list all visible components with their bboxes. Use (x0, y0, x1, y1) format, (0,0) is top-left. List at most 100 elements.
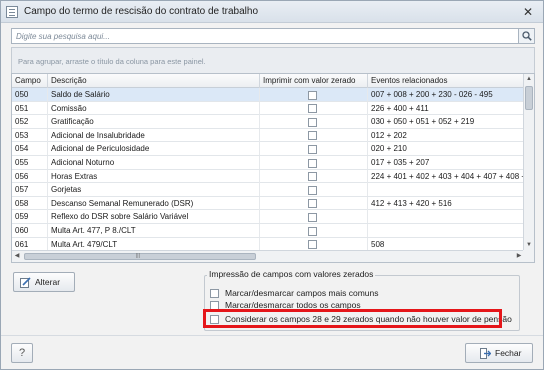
cell-imprimir (260, 224, 368, 237)
grid-header: Campo Descrição Imprimir com valor zerad… (12, 74, 524, 88)
group-panel-hint: Para agrupar, arraste o título da coluna… (18, 57, 206, 66)
imprimir-checkbox[interactable] (308, 172, 317, 182)
cell-campo: 050 (12, 88, 48, 101)
cell-descricao: Multa Art. 477, P 8./CLT (48, 224, 260, 237)
vertical-scrollbar[interactable]: ▲ ▼ (523, 74, 534, 250)
cell-campo: 056 (12, 169, 48, 183)
search-input[interactable] (12, 29, 518, 43)
cell-descricao: Gratificação (48, 115, 260, 129)
imprimir-checkbox[interactable] (308, 240, 317, 250)
table-row[interactable]: 050 Saldo de Salário 007 + 008 + 200 + 230… (12, 88, 524, 102)
form-icon (6, 5, 18, 18)
column-header-campo[interactable]: Campo (12, 74, 48, 88)
table-row[interactable]: 059 Reflexo do DSR sobre Salário Variável (12, 210, 524, 224)
cell-campo: 059 (12, 210, 48, 224)
table-row[interactable]: 061 Multa Art. 479/CLT 508 (12, 237, 524, 250)
scroll-corner (523, 250, 534, 262)
window-title: Campo do termo de rescisão do contrato d… (24, 6, 259, 17)
cell-descricao: Adicional de Periculosidade (48, 142, 260, 156)
scroll-left-arrow-icon[interactable]: ◀ (12, 251, 22, 262)
cell-descricao: Comissão (48, 101, 260, 115)
edit-icon (20, 276, 31, 288)
cell-descricao: Adicional de Insalubridade (48, 128, 260, 142)
cell-campo: 057 (12, 183, 48, 197)
alterar-label: Alterar (35, 277, 61, 287)
cell-descricao: Saldo de Salário (48, 88, 260, 101)
cell-campo: 061 (12, 237, 48, 250)
table-row[interactable]: 058 Descanso Semanal Remunerado (DSR) 412 … (12, 196, 524, 211)
cell-imprimir (260, 196, 368, 210)
imprimir-checkbox[interactable] (308, 144, 317, 154)
alterar-button[interactable]: Alterar (13, 272, 75, 292)
option-common-fields-label: Marcar/desmarcar campos mais comuns (225, 288, 379, 298)
cell-campo: 052 (12, 115, 48, 129)
title-bar[interactable]: Campo do termo de rescisão do contrato d… (1, 1, 543, 23)
cell-campo: 055 (12, 156, 48, 169)
table-row[interactable]: 057 Gorjetas (12, 183, 524, 197)
exit-icon (480, 347, 491, 359)
fechar-button[interactable]: Fechar (465, 343, 533, 363)
imprimir-checkbox[interactable] (308, 226, 317, 236)
imprimir-checkbox[interactable] (308, 158, 317, 168)
imprimir-checkbox[interactable] (308, 104, 317, 114)
table-row[interactable]: 060 Multa Art. 477, P 8./CLT (12, 224, 524, 238)
cell-imprimir (260, 169, 368, 183)
horizontal-scrollbar[interactable]: ◀ ||| ▶ (12, 250, 524, 262)
cell-eventos: 412 + 413 + 420 + 516 (368, 196, 524, 210)
scroll-up-arrow-icon[interactable]: ▲ (524, 74, 534, 84)
cell-eventos: 017 + 035 + 207 (368, 156, 524, 169)
cell-descricao: Gorjetas (48, 183, 260, 197)
imprimir-checkbox[interactable] (308, 90, 317, 100)
cell-descricao: Horas Extras (48, 169, 260, 183)
search-button[interactable] (518, 29, 534, 43)
table-row[interactable]: 052 Gratificação 030 + 050 + 051 + 052 + 2… (12, 115, 524, 129)
cell-eventos: 012 + 202 (368, 128, 524, 142)
cell-campo: 058 (12, 196, 48, 210)
scroll-down-arrow-icon[interactable]: ▼ (524, 240, 534, 250)
group-by-panel[interactable]: Para agrupar, arraste o título da coluna… (11, 47, 535, 73)
table-row[interactable]: 054 Adicional de Periculosidade 020 + 210 (12, 142, 524, 156)
scroll-grip-icon: ||| (136, 253, 140, 259)
footer-divider (1, 335, 543, 336)
cell-campo: 051 (12, 101, 48, 115)
horizontal-scroll-thumb[interactable] (24, 253, 256, 260)
help-button[interactable]: ? (11, 343, 33, 363)
table-row[interactable]: 056 Horas Extras 224 + 401 + 402 + 403 + 4… (12, 169, 524, 184)
cell-imprimir (260, 183, 368, 197)
cell-eventos: 020 + 210 (368, 142, 524, 156)
vertical-scroll-thumb[interactable] (525, 86, 533, 110)
imprimir-checkbox[interactable] (308, 185, 317, 195)
imprimir-checkbox[interactable] (308, 199, 317, 209)
cell-imprimir (260, 101, 368, 115)
cell-eventos: 508 (368, 237, 524, 250)
fechar-label: Fechar (495, 348, 522, 358)
cell-eventos: 007 + 008 + 200 + 230 - 026 - 495 (368, 88, 524, 101)
cell-imprimir (260, 128, 368, 142)
grid-rows: 050 Saldo de Salário 007 + 008 + 200 + 230… (12, 88, 524, 250)
column-header-imprimir[interactable]: Imprimir com valor zerado (260, 74, 368, 88)
column-header-descricao[interactable]: Descrição (48, 74, 260, 88)
cell-eventos: 224 + 401 + 402 + 403 + 404 + 407 + 408 … (368, 169, 524, 183)
table-row[interactable]: 053 Adicional de Insalubridade 012 + 202 (12, 128, 524, 143)
cell-imprimir (260, 237, 368, 250)
cell-imprimir (260, 115, 368, 129)
imprimir-checkbox[interactable] (308, 131, 317, 141)
column-header-eventos[interactable]: Eventos relacionados (368, 74, 524, 88)
cell-campo: 054 (12, 142, 48, 156)
cell-eventos (368, 183, 524, 197)
search-icon (522, 31, 532, 41)
cell-eventos (368, 224, 524, 237)
cell-descricao: Adicional Noturno (48, 156, 260, 169)
red-highlight-box (203, 309, 502, 328)
cell-eventos: 030 + 050 + 051 + 052 + 219 (368, 115, 524, 129)
cell-campo: 060 (12, 224, 48, 237)
table-row[interactable]: 055 Adicional Noturno 017 + 035 + 207 (12, 156, 524, 170)
option-common-fields-checkbox[interactable] (210, 288, 219, 298)
groupbox-legend: Impressão de campos com valores zerados (207, 269, 376, 279)
close-button[interactable]: ✕ (521, 5, 535, 19)
imprimir-checkbox[interactable] (308, 212, 317, 222)
imprimir-checkbox[interactable] (308, 117, 317, 127)
option-common-fields[interactable]: Marcar/desmarcar campos mais comuns (210, 287, 379, 299)
cell-descricao: Descanso Semanal Remunerado (DSR) (48, 196, 260, 210)
table-row[interactable]: 051 Comissão 226 + 400 + 411 (12, 101, 524, 116)
